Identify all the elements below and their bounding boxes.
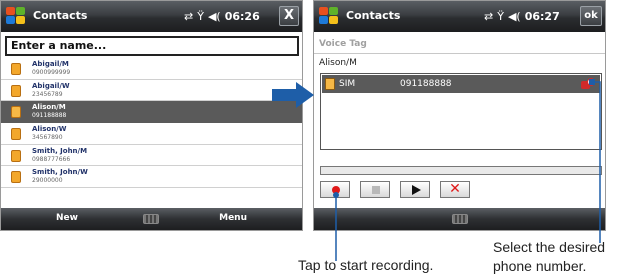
app-title: Contacts (33, 9, 88, 22)
sim-card-icon (325, 78, 335, 90)
contact-row[interactable]: Abigail/M 0900999999 (1, 58, 302, 80)
new-softkey[interactable]: New (56, 213, 78, 223)
contact-name: Abigail/M (32, 60, 69, 68)
divider (314, 53, 605, 54)
keyboard-icon[interactable] (143, 214, 159, 224)
contacts-list-screen: Contacts ⇄ Ÿ ◀( 06:26 X Enter a name... Abi… (0, 0, 303, 231)
contact-card-icon (11, 84, 21, 97)
menu-softkey[interactable]: Menu (219, 213, 247, 223)
contact-number: 23456789 (32, 90, 63, 98)
contact-heading: Alison/M (319, 58, 357, 68)
signal-icon[interactable]: Ÿ (497, 10, 504, 23)
phone-callout-line1: Select the desired (493, 239, 606, 255)
recording-progress-bar (320, 166, 602, 175)
title-bar: Contacts ⇄ Ÿ ◀( 06:27 ok (314, 1, 605, 32)
title-bar: Contacts ⇄ Ÿ ◀( 06:26 X (1, 1, 302, 32)
clock[interactable]: 06:26 (225, 10, 260, 23)
contact-number: 34567890 (32, 134, 63, 142)
contact-number: 29000000 (32, 177, 63, 185)
windows-flag-icon[interactable] (6, 7, 26, 26)
contact-card-icon (11, 106, 21, 119)
voice-tag-icon (581, 78, 596, 90)
contact-row[interactable]: Smith, John/M 0988777666 (1, 145, 302, 167)
stop-icon (372, 186, 380, 194)
voice-tag-screen: Contacts ⇄ Ÿ ◀( 06:27 ok Voice Tag Alison/M… (313, 0, 606, 231)
contact-row[interactable]: Alison/W 34567890 (1, 123, 302, 145)
delete-icon: ✕ (449, 181, 461, 197)
contact-card-icon (11, 171, 21, 184)
contact-list: Abigail/M 0900999999 Abigail/W 23456789 … (1, 58, 302, 189)
speaker-icon[interactable]: ◀( (208, 10, 221, 23)
contact-number: 091188888 (32, 112, 67, 120)
delete-button[interactable]: ✕ (440, 181, 470, 198)
keyboard-icon[interactable] (452, 214, 468, 224)
contact-name: Smith, John/W (32, 168, 88, 177)
contact-name: Alison/M (32, 103, 66, 112)
windows-flag-icon[interactable] (319, 7, 339, 26)
contact-row[interactable]: Smith, John/W 29000000 (1, 166, 302, 189)
app-title: Contacts (346, 9, 401, 22)
record-button[interactable] (320, 181, 350, 198)
section-label: Voice Tag (319, 39, 367, 49)
sync-arrows-icon[interactable]: ⇄ (184, 10, 193, 23)
record-callout-text: Tap to start recording. (298, 257, 434, 273)
phone-number-list: SIM 091188888 (320, 73, 602, 150)
clock[interactable]: 06:27 (525, 10, 560, 23)
play-button[interactable] (400, 181, 430, 198)
contact-name: Alison/W (32, 125, 67, 134)
contact-row[interactable]: Abigail/W 23456789 (1, 80, 302, 102)
contact-number: 0988777666 (32, 155, 71, 163)
sync-arrows-icon[interactable]: ⇄ (484, 10, 493, 23)
number-type: SIM (339, 79, 356, 89)
contact-card-icon (11, 149, 21, 162)
phone-callout-line2: phone number. (493, 258, 587, 274)
status-icons: ⇄ Ÿ ◀( 06:27 (484, 10, 560, 23)
contact-name: Smith, John/M (32, 146, 88, 155)
soft-key-bar (314, 208, 605, 230)
contact-number: 0900999999 (32, 69, 71, 76)
close-button[interactable]: X (279, 6, 299, 26)
phone-callout-text: Select the desired phone number. (493, 238, 605, 276)
status-icons: ⇄ Ÿ ◀( 06:26 (184, 10, 260, 23)
contact-card-icon (11, 63, 21, 75)
speaker-icon[interactable]: ◀( (508, 10, 521, 23)
phone-number-row[interactable]: SIM 091188888 (322, 75, 600, 93)
contact-row-selected[interactable]: Alison/M 091188888 (1, 101, 302, 124)
ok-button[interactable]: ok (580, 6, 602, 26)
contact-card-icon (11, 128, 21, 141)
name-search-input[interactable]: Enter a name... (5, 36, 299, 56)
record-icon (332, 186, 340, 194)
play-icon (412, 185, 421, 195)
signal-icon[interactable]: Ÿ (197, 10, 204, 23)
contact-name: Abigail/W (32, 81, 70, 90)
stop-button[interactable] (360, 181, 390, 198)
soft-key-bar: New Menu (1, 208, 302, 230)
phone-number: 091188888 (400, 79, 452, 89)
